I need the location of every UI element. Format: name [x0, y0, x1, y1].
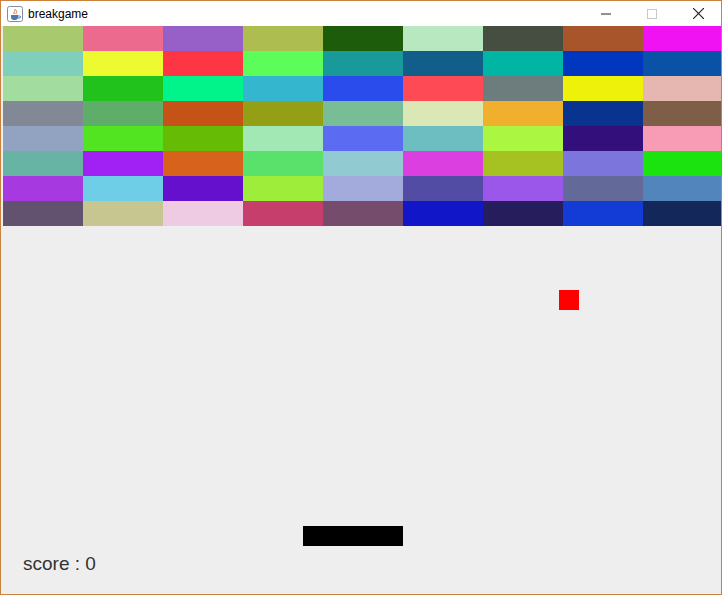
- brick: [643, 126, 722, 151]
- brick: [643, 176, 722, 201]
- brick: [403, 126, 483, 151]
- brick: [163, 176, 243, 201]
- brick: [83, 126, 163, 151]
- brick: [563, 101, 643, 126]
- brick: [483, 201, 563, 226]
- brick: [483, 151, 563, 176]
- brick: [323, 51, 403, 76]
- brick: [83, 101, 163, 126]
- brick: [563, 76, 643, 101]
- brick: [243, 151, 323, 176]
- close-button[interactable]: [675, 1, 721, 26]
- brick: [3, 201, 83, 226]
- brick: [563, 126, 643, 151]
- brick-grid: [3, 26, 722, 226]
- brick: [643, 101, 722, 126]
- window-controls: [583, 1, 721, 26]
- maximize-button: [629, 1, 675, 26]
- brick: [563, 26, 643, 51]
- brick: [163, 101, 243, 126]
- brick: [83, 176, 163, 201]
- brick: [403, 201, 483, 226]
- brick: [243, 101, 323, 126]
- title-bar[interactable]: breakgame: [1, 1, 721, 26]
- brick: [163, 26, 243, 51]
- brick: [3, 51, 83, 76]
- brick: [3, 151, 83, 176]
- brick: [483, 26, 563, 51]
- brick: [483, 126, 563, 151]
- brick: [403, 151, 483, 176]
- brick: [643, 76, 722, 101]
- brick: [483, 101, 563, 126]
- brick: [163, 51, 243, 76]
- brick: [83, 26, 163, 51]
- brick: [403, 176, 483, 201]
- window-title: breakgame: [28, 7, 583, 21]
- brick: [483, 76, 563, 101]
- brick: [323, 76, 403, 101]
- brick: [643, 26, 722, 51]
- brick: [563, 151, 643, 176]
- brick: [243, 201, 323, 226]
- brick: [323, 176, 403, 201]
- game-canvas[interactable]: score : 0: [1, 26, 721, 594]
- brick: [403, 26, 483, 51]
- brick: [243, 176, 323, 201]
- brick: [643, 51, 722, 76]
- brick: [163, 76, 243, 101]
- close-icon: [693, 8, 704, 19]
- java-icon: [7, 6, 23, 22]
- brick: [323, 126, 403, 151]
- score-label: score : 0: [23, 553, 96, 575]
- brick: [323, 26, 403, 51]
- brick: [403, 101, 483, 126]
- brick: [643, 151, 722, 176]
- brick: [483, 51, 563, 76]
- brick: [643, 201, 722, 226]
- brick: [243, 51, 323, 76]
- ball: [559, 290, 579, 310]
- brick: [83, 51, 163, 76]
- brick: [563, 201, 643, 226]
- brick: [323, 151, 403, 176]
- maximize-icon: [647, 9, 657, 19]
- brick: [83, 151, 163, 176]
- paddle[interactable]: [303, 526, 403, 546]
- brick: [563, 51, 643, 76]
- game-window: breakgame score : 0: [0, 0, 722, 595]
- brick: [3, 126, 83, 151]
- brick: [243, 26, 323, 51]
- minimize-icon: [601, 9, 611, 19]
- brick: [163, 201, 243, 226]
- brick: [3, 76, 83, 101]
- minimize-button[interactable]: [583, 1, 629, 26]
- brick: [483, 176, 563, 201]
- brick: [403, 51, 483, 76]
- brick: [83, 76, 163, 101]
- brick: [3, 26, 83, 51]
- brick: [403, 76, 483, 101]
- brick: [323, 101, 403, 126]
- brick: [163, 126, 243, 151]
- brick: [323, 201, 403, 226]
- brick: [563, 176, 643, 201]
- brick: [243, 126, 323, 151]
- brick: [3, 101, 83, 126]
- brick: [163, 151, 243, 176]
- brick: [243, 76, 323, 101]
- brick: [3, 176, 83, 201]
- brick: [83, 201, 163, 226]
